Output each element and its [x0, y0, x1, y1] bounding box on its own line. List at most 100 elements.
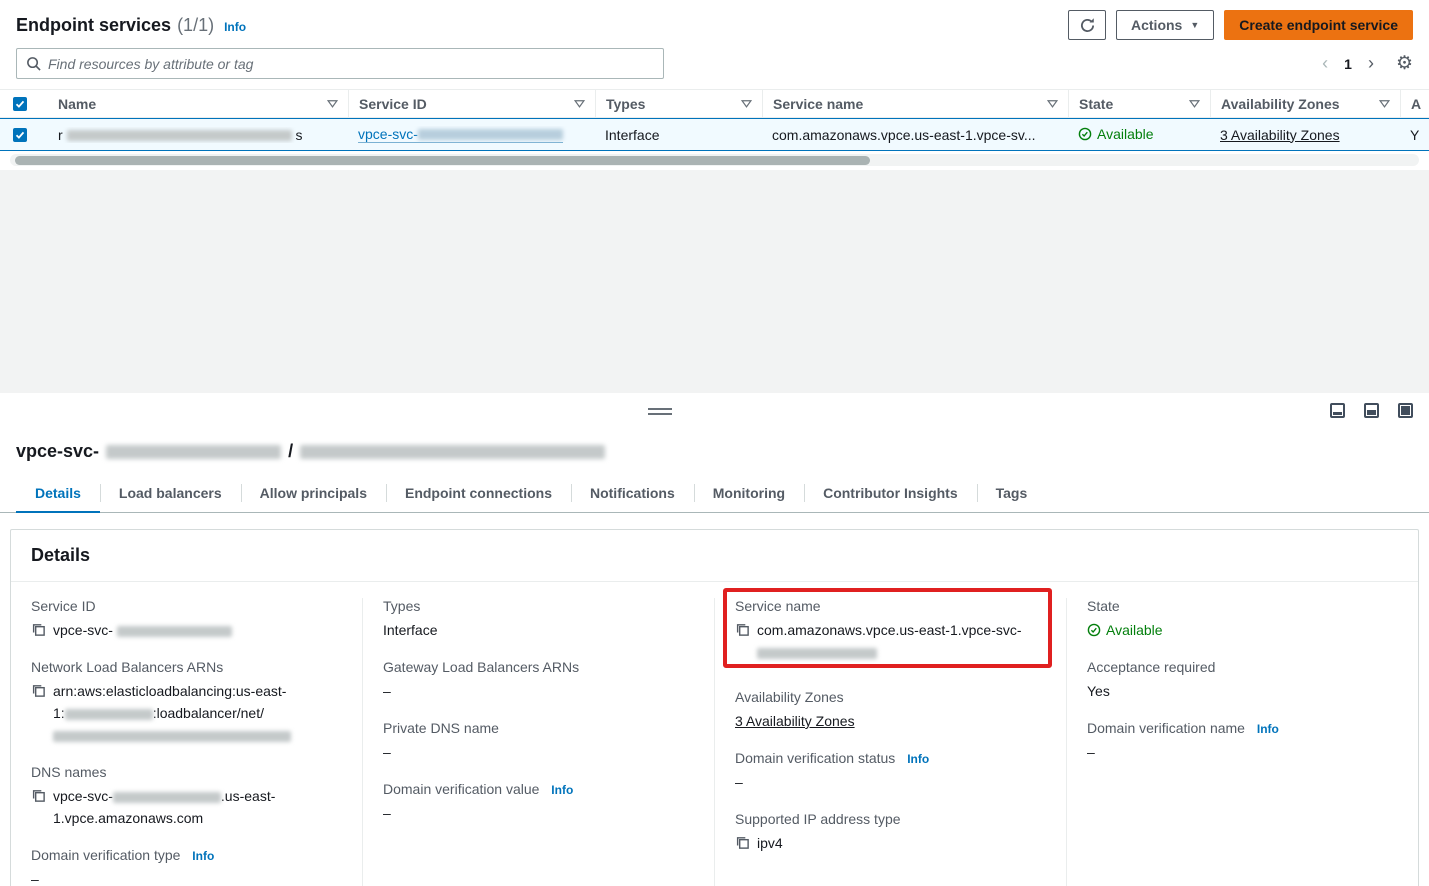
page-header: Endpoint services (1/1) Info Actions ▼ C… [0, 0, 1429, 44]
panel-bottom-layout-icon[interactable] [1330, 403, 1345, 418]
row-checkbox[interactable] [13, 128, 27, 142]
tab-tags[interactable]: Tags [977, 474, 1047, 512]
detail-panel-title: vpce-svc- / [16, 441, 1413, 462]
redacted-text [53, 731, 291, 742]
table-row[interactable]: r s vpce-svc- Interface com.amazonaws.vp… [0, 118, 1429, 151]
copy-icon[interactable] [31, 622, 46, 637]
filter-icon[interactable] [1047, 98, 1058, 109]
endpoint-service-detail-panel: vpce-svc- / Details Load balancers Allow… [0, 431, 1429, 886]
create-button-label: Create endpoint service [1239, 17, 1398, 33]
field-acceptance-required: Acceptance required Yes [1087, 659, 1398, 702]
filter-icon[interactable] [741, 98, 752, 109]
copy-icon[interactable] [735, 835, 750, 850]
filter-icon[interactable] [1189, 98, 1200, 109]
field-state: State Available [1087, 598, 1398, 641]
availability-zones-link[interactable]: 3 Availability Zones [735, 710, 855, 732]
tab-endpoint-connections[interactable]: Endpoint connections [386, 474, 571, 512]
field-service-name: Service name com.amazonaws.vpce.us-east-… [735, 598, 1046, 663]
search-box [16, 48, 664, 79]
info-link[interactable]: Info [907, 752, 929, 766]
split-panel-bar [0, 393, 1429, 431]
details-column-1: Service ID vpce-svc- Network Load Balanc… [11, 598, 362, 886]
redacted-text [106, 445, 281, 459]
column-header-state[interactable]: State [1068, 90, 1210, 117]
split-panel-drag-handle[interactable] [648, 408, 672, 418]
field-availability-zones: Availability Zones 3 Availability Zones [735, 689, 1046, 732]
availability-zones-link[interactable]: 3 Availability Zones [1220, 127, 1340, 143]
filter-icon[interactable] [327, 98, 338, 109]
details-card: Details Service ID vpce-svc- [10, 529, 1419, 886]
info-link[interactable]: Info [1257, 722, 1279, 736]
search-input[interactable] [48, 56, 654, 72]
detail-tabs: Details Load balancers Allow principals … [0, 474, 1429, 513]
cell-types: Interface [595, 127, 762, 143]
redacted-text [65, 709, 153, 720]
tab-allow-principals[interactable]: Allow principals [241, 474, 386, 512]
service-id-link[interactable]: vpce-svc- [358, 126, 563, 143]
info-link[interactable]: Info [551, 783, 573, 797]
details-column-2: Types Interface Gateway Load Balancers A… [362, 598, 714, 886]
column-header-acceptance-truncated[interactable]: A [1400, 90, 1429, 117]
cell-acceptance-truncated: Y [1400, 127, 1429, 143]
select-all-cell [0, 90, 48, 117]
tab-details[interactable]: Details [16, 474, 100, 512]
details-column-4: State Available Acceptance required Yes [1066, 598, 1418, 886]
tab-monitoring[interactable]: Monitoring [694, 474, 804, 512]
column-header-service-id[interactable]: Service ID [348, 90, 595, 117]
endpoint-services-list-panel: Endpoint services (1/1) Info Actions ▼ C… [0, 0, 1429, 393]
copy-icon[interactable] [31, 683, 46, 698]
create-endpoint-service-button[interactable]: Create endpoint service [1224, 10, 1413, 40]
cell-service-name: com.amazonaws.vpce.us-east-1.vpce-sv... [762, 127, 1068, 143]
actions-button[interactable]: Actions ▼ [1116, 10, 1214, 40]
horizontal-scrollbar-thumb[interactable] [15, 156, 870, 165]
column-header-types[interactable]: Types [595, 90, 762, 117]
pagination: ‹ 1 › [1322, 53, 1374, 74]
status-badge: Available [1087, 619, 1163, 641]
cell-service-id: vpce-svc- [348, 126, 595, 143]
field-domain-verification-value: Domain verification value Info – [383, 781, 694, 824]
result-count: (1/1) [177, 15, 214, 36]
redacted-text [300, 445, 605, 459]
field-supported-ip-type: Supported IP address type ipv4 [735, 811, 1046, 854]
details-column-3: Service name com.amazonaws.vpce.us-east-… [714, 598, 1066, 886]
copy-icon[interactable] [735, 622, 750, 637]
next-page-icon[interactable]: › [1368, 53, 1374, 74]
refresh-button[interactable] [1068, 10, 1106, 40]
field-nlb-arns: Network Load Balancers ARNs arn:aws:elas… [31, 659, 342, 746]
filter-icon[interactable] [574, 98, 585, 109]
panel-split-layout-icon[interactable] [1364, 403, 1379, 418]
column-header-availability-zones[interactable]: Availability Zones [1210, 90, 1400, 117]
details-card-title: Details [11, 530, 1418, 582]
cell-availability-zones: 3 Availability Zones [1210, 127, 1400, 143]
settings-gear-icon[interactable]: ⚙ [1396, 54, 1413, 73]
previous-page-icon[interactable]: ‹ [1322, 53, 1328, 74]
cell-name: r s [48, 127, 348, 143]
column-header-name[interactable]: Name [48, 90, 348, 117]
field-glb-arns: Gateway Load Balancers ARNs – [383, 659, 694, 702]
info-link[interactable]: Info [192, 849, 214, 863]
filter-icon[interactable] [1379, 98, 1390, 109]
header-info-link[interactable]: Info [224, 20, 246, 34]
panel-layout-controls [1330, 403, 1413, 418]
status-badge: Available [1078, 126, 1154, 142]
field-private-dns-name: Private DNS name – [383, 720, 694, 763]
status-available-icon [1078, 127, 1092, 141]
empty-area [0, 170, 1429, 393]
tab-contributor-insights[interactable]: Contributor Insights [804, 474, 977, 512]
column-header-service-name[interactable]: Service name [762, 90, 1068, 117]
field-service-id: Service ID vpce-svc- [31, 598, 342, 641]
field-types: Types Interface [383, 598, 694, 641]
status-available-icon [1087, 623, 1101, 637]
tab-load-balancers[interactable]: Load balancers [100, 474, 241, 512]
table-toolbar: ‹ 1 › ⚙ [0, 44, 1429, 89]
redacted-text [67, 130, 292, 141]
page-title: Endpoint services [16, 15, 171, 36]
search-icon [26, 56, 41, 71]
caret-down-icon: ▼ [1190, 21, 1199, 30]
panel-side-layout-icon[interactable] [1398, 403, 1413, 418]
current-page-number: 1 [1344, 56, 1352, 72]
select-all-checkbox[interactable] [13, 97, 27, 111]
tab-notifications[interactable]: Notifications [571, 474, 694, 512]
table-header-row: Name Service ID Types Service name State [0, 89, 1429, 118]
copy-icon[interactable] [31, 788, 46, 803]
